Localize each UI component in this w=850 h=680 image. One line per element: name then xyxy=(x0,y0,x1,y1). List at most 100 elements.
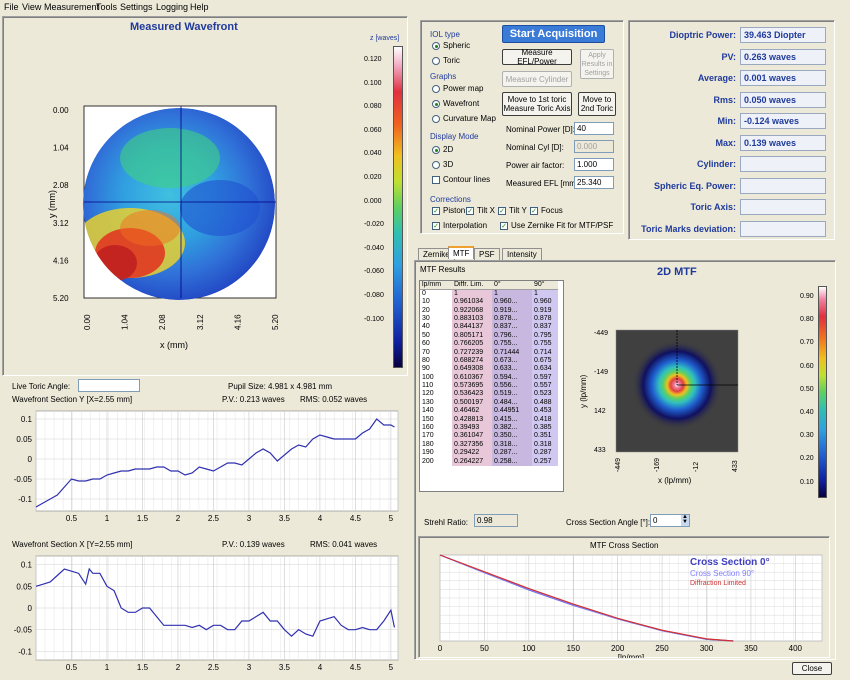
table-cell: 0.755... xyxy=(492,339,532,349)
table-cell: 0.727239 xyxy=(452,348,492,357)
table-cell: 0.922068 xyxy=(452,306,492,315)
check-focus[interactable]: ✓ Focus xyxy=(530,206,563,215)
radio-wavefront[interactable]: Wavefront xyxy=(432,99,479,108)
menu-logging[interactable]: Logging xyxy=(156,2,188,12)
radio-3d[interactable]: 3D xyxy=(432,160,453,169)
table-row[interactable]: 10 0.961034 0.960... 0.960 xyxy=(420,298,558,307)
table-cell: 0.878 xyxy=(532,314,558,324)
colorbar-tick: -0.080 xyxy=(364,292,384,299)
chart-legend-entry: Diffraction Limited xyxy=(690,580,746,587)
mtf2d-xtick: -12 xyxy=(693,462,700,472)
colorbar-tick: -0.020 xyxy=(364,221,384,229)
table-row[interactable]: 80 0.688274 0.673... 0.675 xyxy=(420,356,558,366)
apply-results-button[interactable]: Apply Results in Settings xyxy=(580,49,614,79)
table-cell: 0.919... xyxy=(492,306,532,315)
table-row[interactable]: 150 0.428813 0.415... 0.418 xyxy=(420,415,558,424)
move-first-toric-button[interactable]: Move to 1st toric Measure Toric Axis xyxy=(502,92,572,116)
table-row[interactable]: 30 0.883103 0.878... 0.878 xyxy=(420,314,558,324)
wavefront-ytick: 4.16 xyxy=(53,256,69,265)
tab-psf[interactable]: PSF xyxy=(474,248,500,260)
section-x-title: Wavefront Section X [Y=2.55 mm] xyxy=(12,540,133,549)
table-row[interactable]: 90 0.649308 0.633... 0.634 xyxy=(420,365,558,374)
power-air-field[interactable]: 1.000 xyxy=(574,158,614,171)
menu-view[interactable]: View xyxy=(22,2,41,12)
menu-file[interactable]: File xyxy=(4,2,19,12)
table-row[interactable]: 200 0.264227 0.258... 0.257 xyxy=(420,457,558,466)
spin-icon[interactable]: ▲ ▼ xyxy=(681,514,689,526)
wavefront-xtick: 1.04 xyxy=(121,314,130,330)
table-cell: 0.350... xyxy=(492,432,532,441)
wavefront-xlabel: x (mm) xyxy=(160,340,188,350)
mtf2d-xtick: -169 xyxy=(654,458,661,472)
table-cell: 0.634 xyxy=(532,365,558,374)
measure-efl-button[interactable]: Measure EFL/Power xyxy=(502,48,572,66)
mtf-results-table[interactable]: lp/mm Diffr. Lim. 0° 90° 0 1 1 1 10 0.961034 0.960… xyxy=(419,280,564,492)
radio-power-map[interactable]: Power map xyxy=(432,84,483,93)
tab-intensity[interactable]: Intensity xyxy=(502,248,542,260)
table-row[interactable]: 130 0.500197 0.484... 0.488 xyxy=(420,398,558,408)
table-row[interactable]: 0111 xyxy=(420,289,558,298)
radio-toric[interactable]: Toric xyxy=(432,56,460,65)
table-cell: 0.594... xyxy=(492,373,532,382)
measure-cylinder-button[interactable]: Measure Cylinder xyxy=(502,71,572,87)
menu-tools[interactable]: Tools xyxy=(96,2,117,12)
table-cell: 1 xyxy=(492,289,532,298)
table-cell: 0.258... xyxy=(492,457,532,466)
mtf2d-colorbar-tick: 0.40 xyxy=(800,409,814,416)
table-row[interactable]: 170 0.361047 0.350... 0.351 xyxy=(420,432,558,441)
table-row[interactable]: 140 0.46462 0.44951 0.453 xyxy=(420,407,558,416)
table-cell: 20 xyxy=(420,306,452,315)
table-cell: 170 xyxy=(420,432,452,441)
table-cell: 0.796... xyxy=(492,331,532,340)
table-cell: 60 xyxy=(420,339,452,349)
table-row[interactable]: 160 0.39493 0.382... 0.385 xyxy=(420,423,558,433)
stat-value xyxy=(740,199,826,215)
chart-xtick: 4.5 xyxy=(350,663,362,672)
table-row[interactable]: 70 0.727239 0.71444 0.714 xyxy=(420,348,558,357)
table-cell: 70 xyxy=(420,348,452,357)
live-toric-field[interactable] xyxy=(78,379,140,392)
table-row[interactable]: 110 0.573695 0.556... 0.557 xyxy=(420,381,558,391)
check-interpolation[interactable]: ✓ Interpolation xyxy=(432,221,487,230)
check-tilt-x[interactable]: ✓ Tilt X xyxy=(466,206,495,215)
nominal-cyl-field[interactable]: 0.000 xyxy=(574,140,614,153)
start-acquisition-button[interactable]: Start Acquisition xyxy=(502,25,605,43)
chart-xtick: 50 xyxy=(480,644,489,653)
radio-curvature-map[interactable]: Curvature Map xyxy=(432,114,496,123)
check-contour-lines[interactable]: Contour lines xyxy=(432,175,490,184)
radio-2d[interactable]: 2D xyxy=(432,145,453,154)
close-button[interactable]: Close xyxy=(792,662,832,675)
menu-measurement[interactable]: Measurement xyxy=(44,2,99,12)
table-row[interactable]: 40 0.844137 0.837... 0.837 xyxy=(420,323,558,332)
measured-efl-field[interactable]: 25.340 xyxy=(574,176,614,189)
menu-settings[interactable]: Settings xyxy=(120,2,153,12)
table-cell: 0.960... xyxy=(492,298,532,307)
table-header: 0° xyxy=(492,281,532,290)
table-cell: 0.633... xyxy=(492,365,532,374)
nominal-power-field[interactable]: 40 xyxy=(574,122,614,135)
table-row[interactable]: 180 0.327356 0.318... 0.318 xyxy=(420,440,558,450)
check-piston[interactable]: ✓ Piston xyxy=(432,206,465,215)
chart-legend-entry: Cross Section 90° xyxy=(690,569,754,578)
tab-mtf[interactable]: MTF xyxy=(448,246,475,259)
chart-xtick: 200 xyxy=(611,644,625,653)
table-row[interactable]: 120 0.536423 0.519... 0.523 xyxy=(420,390,558,399)
table-row[interactable]: 190 0.29422 0.287... 0.287 xyxy=(420,449,558,458)
check-tilt-y[interactable]: ✓ Tilt Y xyxy=(498,206,527,215)
table-row[interactable]: 50 0.805171 0.796... 0.795 xyxy=(420,331,558,340)
table-row[interactable]: 60 0.766205 0.755... 0.755 xyxy=(420,339,558,349)
check-zernike-fit[interactable]: ✓ Use Zernike Fit for MTF/PSF xyxy=(500,221,613,230)
menu-help[interactable]: Help xyxy=(190,2,209,12)
table-cell: 0.287 xyxy=(532,449,558,458)
section-y-rms: RMS: 0.052 waves xyxy=(300,395,368,404)
radio-spheric[interactable]: Spheric xyxy=(432,41,470,50)
cross-angle-field[interactable]: 0 ▲ ▼ xyxy=(650,514,690,527)
stat-value: 0.263 waves xyxy=(740,48,826,65)
chart-xtick: 4 xyxy=(318,663,323,672)
wavefront-xtick: 5.20 xyxy=(271,314,280,330)
chart-xtick: 400 xyxy=(789,644,803,653)
table-row[interactable]: 20 0.922068 0.919... 0.919 xyxy=(420,306,558,315)
move-second-toric-button[interactable]: Move to 2nd Toric xyxy=(578,92,616,116)
table-row[interactable]: 100 0.610367 0.594... 0.597 xyxy=(420,373,558,382)
chart-ytick: 0.1 xyxy=(21,415,33,424)
